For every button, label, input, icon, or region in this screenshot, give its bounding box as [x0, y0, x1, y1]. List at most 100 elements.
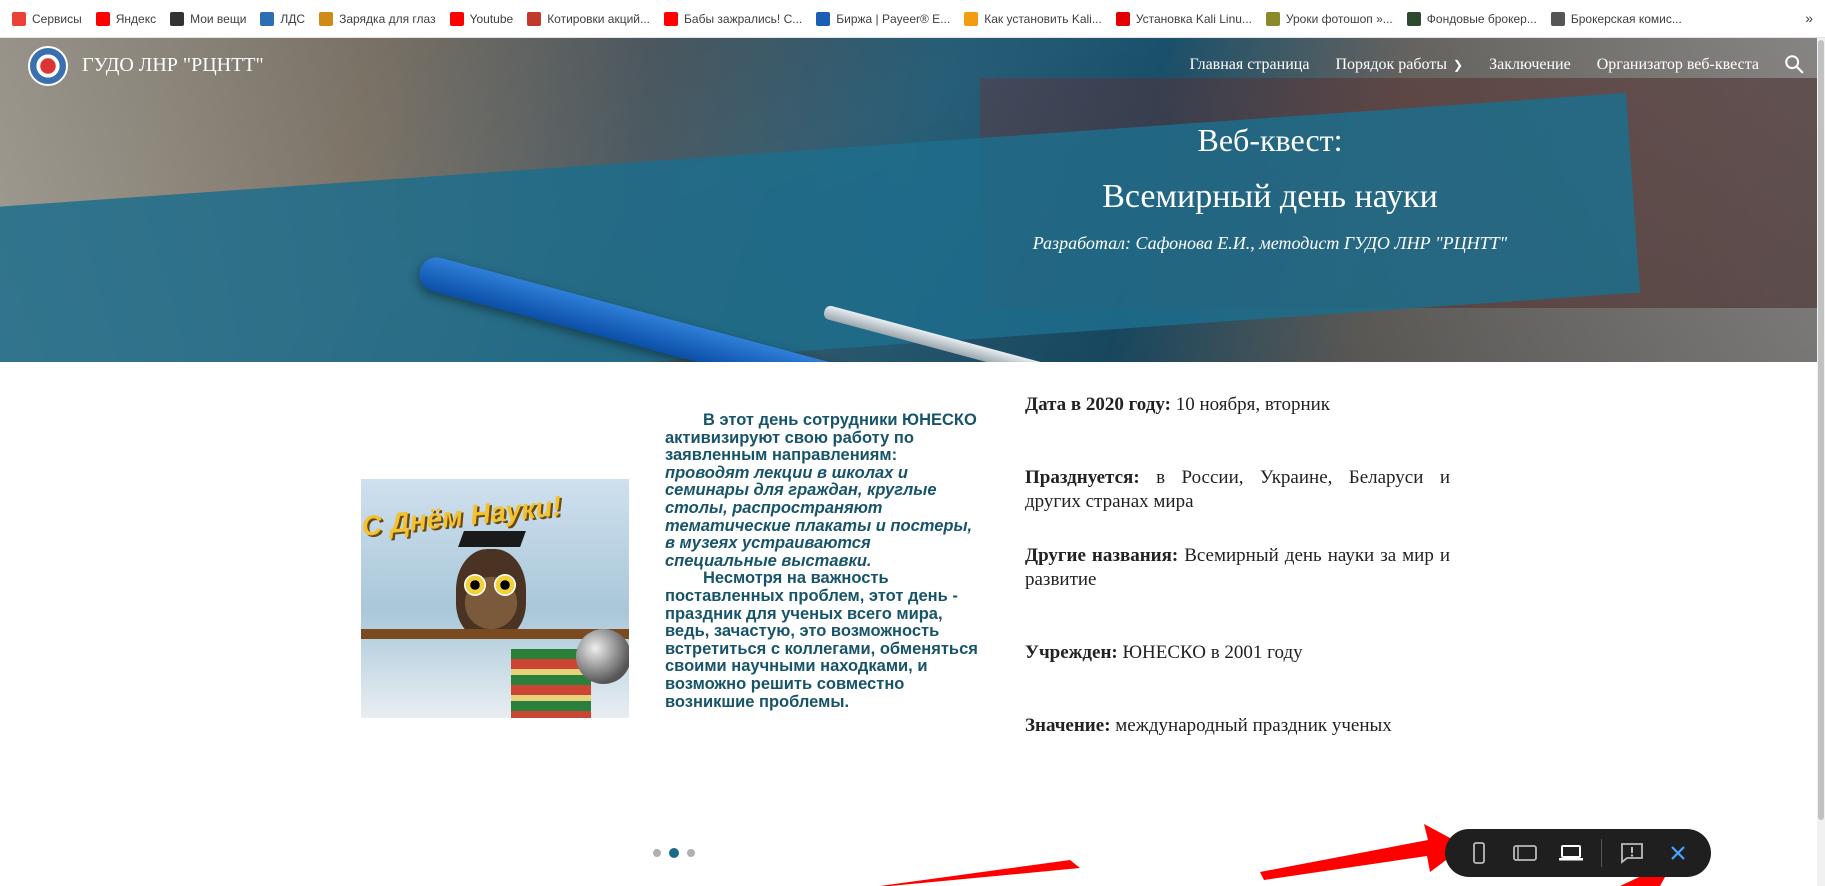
fact-celebrated: Празднуется: в России, Украине, Беларуси…	[1025, 466, 1450, 514]
carousel-dots	[653, 848, 695, 858]
nav-label: Организатор веб-квеста	[1596, 56, 1759, 73]
site-header: ГУДО ЛНР "РЦНТТ" Главная страница Порядо…	[0, 38, 1825, 94]
nav-label: Главная страница	[1189, 56, 1310, 73]
fact-label: Другие названия:	[1025, 545, 1179, 566]
bookmark-label: Установка Kali Linu...	[1135, 11, 1252, 26]
red-arrow-icon	[880, 860, 1080, 886]
laptop-icon	[1559, 845, 1583, 861]
bookmark-label: Бабы зажрались! С...	[684, 11, 803, 26]
owl-icon	[456, 549, 526, 639]
nav-label: Заключение	[1489, 56, 1571, 73]
bookmark-label: Как установить Kali...	[984, 11, 1102, 26]
description-text: В этот день сотрудники ЮНЕСКО активизиру…	[665, 411, 983, 711]
carousel-dot-active[interactable]	[669, 848, 679, 858]
bookmark-label: Биржа | Payeer® E...	[836, 11, 951, 26]
yandex-icon	[95, 11, 110, 26]
hero-subtitle: Разработал: Сафонова Е.И., методист ГУДО…	[1032, 233, 1508, 253]
fact-label: Значение:	[1025, 715, 1111, 736]
photoshop-icon	[1265, 11, 1280, 26]
chevron-down-icon: ❯	[1453, 57, 1464, 72]
bookmark-item[interactable]: Установка Kali Linu...	[1115, 11, 1252, 26]
bookmark-label: Youtube	[469, 11, 514, 26]
bookmark-label: Брокерская комис...	[1570, 11, 1682, 26]
scrollbar-thumb[interactable]	[1818, 40, 1824, 820]
hero-title-line1: Веб-квест:	[1197, 122, 1343, 158]
paragraph-1-italic: проводят лекции в школах и семинары для …	[665, 463, 973, 570]
bookmark-item[interactable]: Как установить Kali...	[964, 11, 1102, 26]
bookmark-item[interactable]: ЛДС	[260, 11, 306, 26]
graduation-cap-icon	[458, 531, 526, 547]
bookmark-item[interactable]: Уроки фотошоп »...	[1265, 11, 1393, 26]
youtube-icon	[449, 11, 464, 26]
bookmark-label: Фондовые брокер...	[1426, 11, 1537, 26]
youtube-icon	[664, 11, 679, 26]
owl-eye-icon	[494, 574, 516, 596]
fact-label: Учрежден:	[1025, 642, 1118, 663]
fact-value: международный праздник ученых	[1110, 715, 1392, 736]
bookmark-item[interactable]: Бабы зажрались! С...	[664, 11, 803, 26]
ldc-icon	[260, 11, 275, 26]
nav-item-home[interactable]: Главная страница	[1190, 56, 1310, 74]
nav-item-organizer[interactable]: Организатор веб-квеста	[1597, 56, 1759, 74]
main-nav: Главная страница Порядок работы ❯ Заключе…	[1190, 56, 1759, 74]
bookmark-label: Сервисы	[32, 11, 82, 26]
toolbar-divider	[1601, 839, 1602, 867]
nav-item-conclusion[interactable]: Заключение	[1489, 56, 1571, 74]
paragraph-1: В этот день сотрудники ЮНЕСКО активизиру…	[665, 411, 983, 570]
phone-view-button[interactable]	[1463, 837, 1495, 869]
bookmark-item[interactable]: Зарядка для глаз	[319, 11, 436, 26]
bookmarks-more-button[interactable]: »	[1805, 10, 1813, 26]
globe-icon	[170, 11, 185, 26]
bookmark-label: Яндекс	[115, 11, 157, 26]
checkmark-icon	[1115, 11, 1130, 26]
hero-title-line2: Всемирный день науки	[1102, 178, 1438, 215]
bookmark-item[interactable]: Youtube	[449, 11, 514, 26]
preview-toolbar	[1445, 829, 1711, 877]
globe-icon	[1550, 11, 1565, 26]
feedback-button[interactable]	[1616, 837, 1648, 869]
close-preview-button[interactable]	[1662, 837, 1694, 869]
nav-label: Порядок работы	[1335, 56, 1448, 73]
broker-icon	[1406, 11, 1421, 26]
carousel-dot[interactable]	[653, 849, 661, 857]
bookmark-item[interactable]: Биржа | Payeer® E...	[816, 11, 951, 26]
close-icon	[1671, 846, 1685, 860]
fact-label: Празднуется:	[1025, 467, 1140, 488]
bookmark-item[interactable]: Яндекс	[95, 11, 157, 26]
bookmark-label: Мои вещи	[190, 11, 247, 26]
bookmark-item[interactable]: Брокерская комис...	[1550, 11, 1682, 26]
bookmark-label: Котировки акций...	[547, 11, 651, 26]
site-logo[interactable]	[28, 46, 68, 86]
bookmark-item[interactable]: Котировки акций...	[527, 11, 651, 26]
paragraph-1-text: В этот день сотрудники ЮНЕСКО активизиру…	[665, 411, 977, 465]
bookmark-item[interactable]: Сервисы	[12, 11, 82, 26]
phone-icon	[1473, 842, 1485, 864]
report-issue-icon	[1621, 843, 1643, 864]
bookmark-label: Зарядка для глаз	[339, 11, 436, 26]
search-icon[interactable]	[1783, 53, 1805, 75]
bookmark-label: ЛДС	[280, 11, 306, 26]
payeer-icon	[816, 11, 831, 26]
fact-established: Учрежден: ЮНЕСКО в 2001 году	[1025, 641, 1450, 665]
bookmark-label: Уроки фотошоп »...	[1285, 11, 1393, 26]
nav-item-procedure[interactable]: Порядок работы ❯	[1335, 56, 1463, 74]
carousel-dot[interactable]	[687, 849, 695, 857]
eye-charge-icon	[319, 11, 334, 26]
fact-meaning: Значение: международный праздник ученых	[1025, 714, 1450, 738]
science-day-image: С Днём Науки!	[361, 479, 629, 718]
site-title[interactable]: ГУДО ЛНР "РЦНТТ"	[82, 54, 264, 77]
apps-grid-icon	[12, 11, 26, 26]
fact-label: Дата в 2020 году:	[1025, 394, 1171, 415]
kali-icon	[964, 11, 979, 26]
fact-date: Дата в 2020 году: 10 ноября, вторник	[1025, 393, 1450, 417]
tablet-view-button[interactable]	[1509, 837, 1541, 869]
red-arrow-icon	[1260, 824, 1465, 880]
quotes-icon	[527, 11, 542, 26]
fact-value: ЮНЕСКО в 2001 году	[1117, 642, 1303, 663]
bookmark-item[interactable]: Фондовые брокер...	[1406, 11, 1537, 26]
bookmarks-bar: Сервисы Яндекс Мои вещи ЛДС Зарядка для глаз…	[0, 0, 1825, 38]
tablet-icon	[1513, 845, 1537, 861]
laptop-view-button[interactable]	[1555, 837, 1587, 869]
fact-other-names: Другие названия: Всемирный день науки за…	[1025, 544, 1450, 592]
bookmark-item[interactable]: Мои вещи	[170, 11, 247, 26]
